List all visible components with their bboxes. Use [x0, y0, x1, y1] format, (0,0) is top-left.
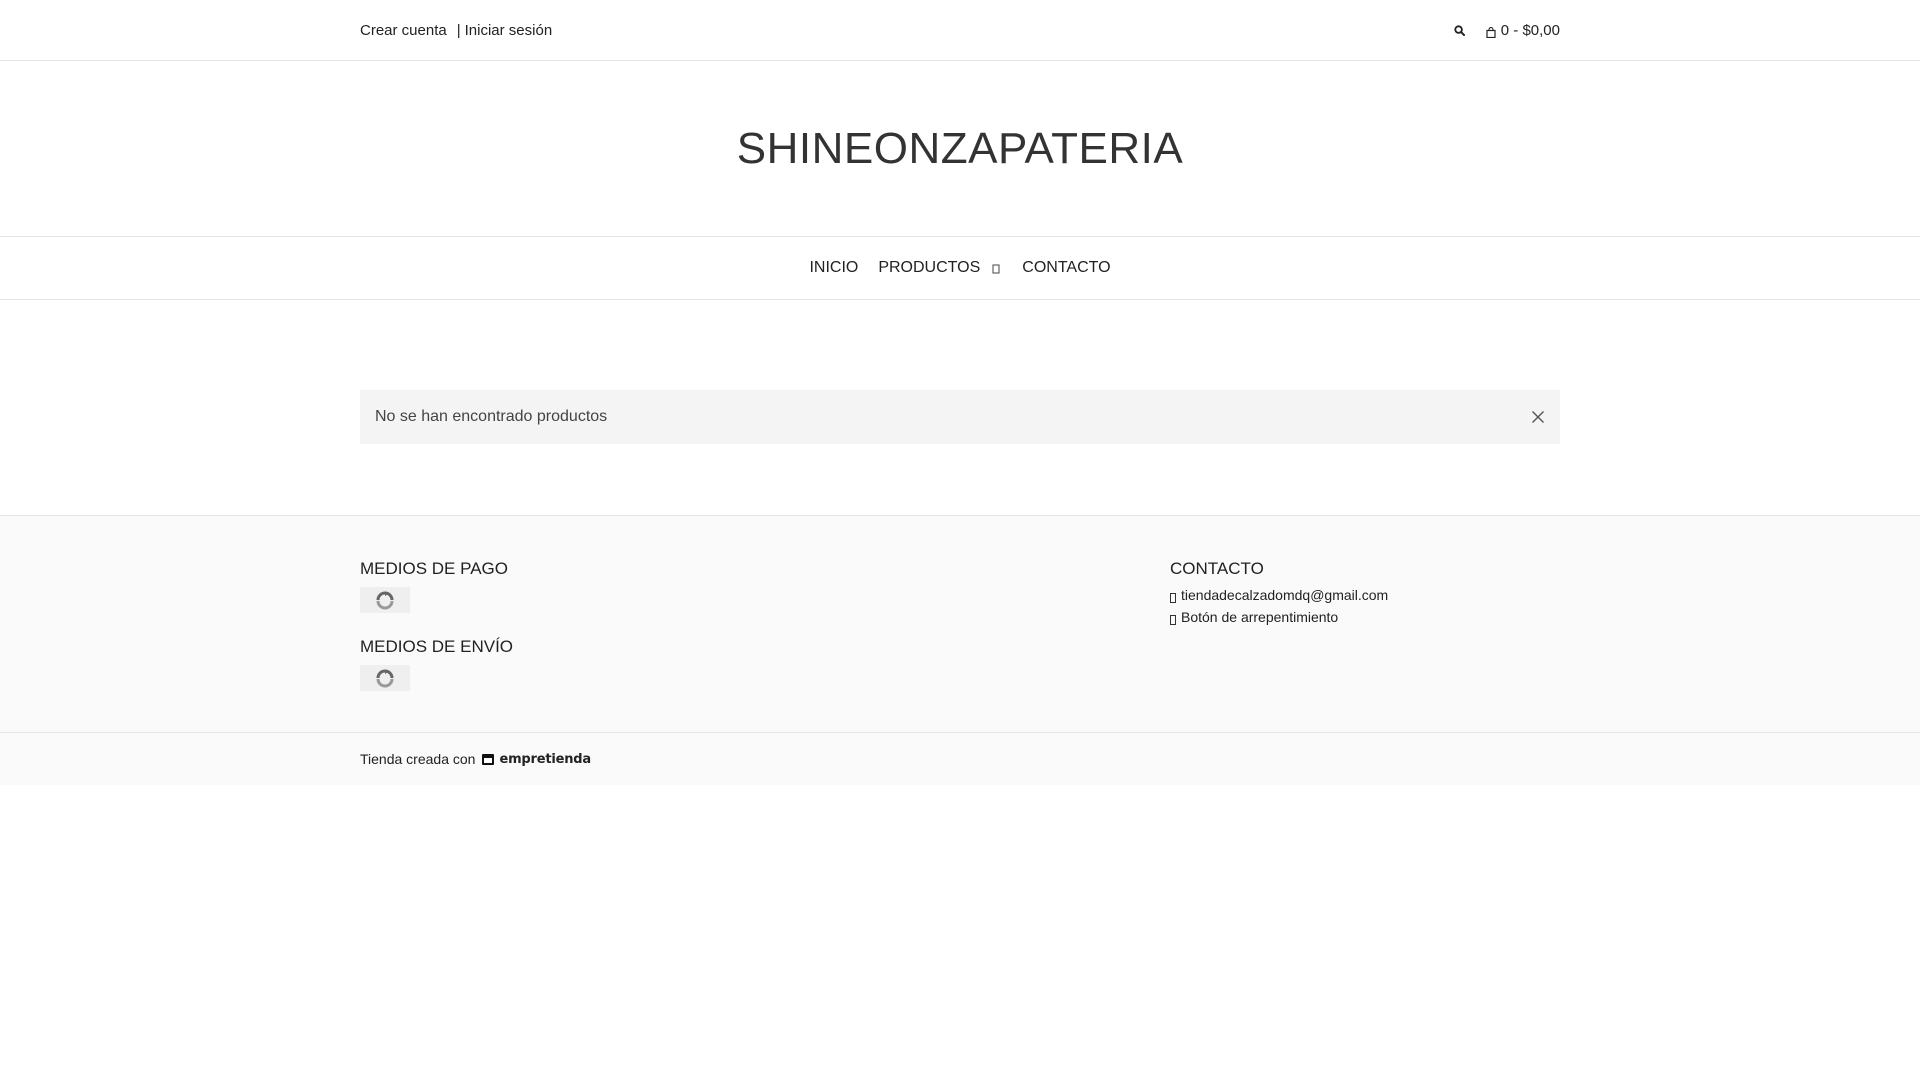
info-icon [1170, 612, 1176, 625]
payment-method-icon [360, 587, 410, 613]
main-nav: INICIO PRODUCTOS CONTACTO [0, 237, 1920, 300]
regret-button-link[interactable]: Botón de arrepentimiento [1181, 609, 1338, 625]
contact-email-link[interactable]: tiendadecalzadomdq@gmail.com [1181, 587, 1388, 603]
search-icon[interactable] [1452, 22, 1468, 38]
footer-methods: MEDIOS DE PAGO MEDIOS DE ENVÍO [360, 559, 760, 715]
nav-item-productos[interactable]: PRODUCTOS [878, 259, 1002, 277]
regret-button-row: Botón de arrepentimiento [1170, 609, 1560, 625]
header-tools: 0 - $0,00 [1452, 22, 1560, 39]
no-products-alert: No se han encontrado productos [360, 390, 1560, 444]
cart-button[interactable]: 0 - $0,00 [1486, 22, 1560, 39]
main-content: No se han encontrado productos [0, 300, 1920, 515]
site-header: SHINEONZAPATERIA [0, 61, 1920, 237]
account-separator: | [456, 21, 461, 39]
top-bar: Crear cuenta | Iniciar sesión 0 - $0,00 [0, 0, 1920, 61]
chevron-down-icon [990, 262, 1002, 274]
create-account-link[interactable]: Crear cuenta [360, 22, 447, 39]
nav-item-label: CONTACTO [1022, 259, 1111, 276]
footer-bottom: Tienda creada con empretienda [0, 732, 1920, 785]
contact-email-row: tiendadecalzadomdq@gmail.com [1170, 587, 1560, 603]
store-logo-icon [482, 754, 495, 765]
shipping-method-icon [360, 665, 410, 691]
close-icon[interactable] [1530, 409, 1546, 425]
account-links: Crear cuenta | Iniciar sesión [360, 22, 552, 39]
shipping-methods-heading: MEDIOS DE ENVÍO [360, 637, 514, 656]
nav-item-inicio[interactable]: INICIO [809, 259, 858, 277]
bag-icon [1486, 25, 1496, 38]
nav-item-label: INICIO [809, 259, 859, 276]
nav-item-contacto[interactable]: CONTACTO [1022, 259, 1110, 277]
store-title[interactable]: SHINEONZAPATERIA [737, 124, 1183, 174]
contact-heading: CONTACTO [1170, 559, 1264, 578]
footer: MEDIOS DE PAGO MEDIOS DE ENVÍO CONTACTO [0, 515, 1920, 732]
envelope-icon [1170, 590, 1176, 603]
cart-summary: 0 - $0,00 [1500, 21, 1560, 39]
empretienda-logo[interactable]: empretienda [481, 752, 591, 767]
payment-methods-heading: MEDIOS DE PAGO [360, 559, 508, 578]
alert-message: No se han encontrado productos [375, 408, 608, 425]
footer-contact: CONTACTO tiendadecalzadomdq@gmail.com Bo… [1170, 559, 1560, 715]
created-with-text: Tienda creada con [360, 751, 476, 767]
login-link[interactable]: Iniciar sesión [465, 22, 553, 39]
brand-name: empretienda [499, 751, 591, 767]
nav-item-label: PRODUCTOS [878, 259, 981, 276]
